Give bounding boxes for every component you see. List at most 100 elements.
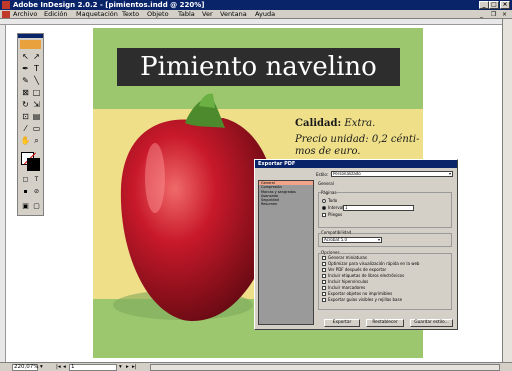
- export-pdf-dialog: Exportar PDF Estilo: Personalizado ▾ Gen…: [254, 159, 458, 330]
- option-label: Exportar objetos no imprimibles: [328, 291, 393, 296]
- menu-objeto[interactable]: Objeto: [147, 10, 169, 19]
- maximize-button[interactable]: □: [489, 1, 499, 9]
- estilo-value: Personalizado: [333, 171, 361, 176]
- minimize-button[interactable]: _: [479, 1, 489, 9]
- direct-selection-tool-icon[interactable]: ↗: [31, 52, 42, 62]
- option-checkbox[interactable]: [322, 298, 326, 302]
- type-tool-icon[interactable]: T: [31, 64, 42, 74]
- option-label: Incluir marcadores: [328, 285, 366, 290]
- option-checkbox[interactable]: [322, 286, 326, 290]
- restablecer-button[interactable]: Restablecer: [366, 319, 404, 327]
- selection-tool-icon[interactable]: ↖: [20, 52, 31, 62]
- compatibilidad-select[interactable]: Acrobat 5.0 ▾: [322, 237, 382, 243]
- preview-view-icon[interactable]: ▢: [31, 201, 42, 211]
- menu-maquetacion[interactable]: Maquetación: [76, 10, 118, 19]
- indesign-app-icon: [2, 1, 10, 9]
- line-tool-icon[interactable]: ╲: [31, 76, 42, 86]
- section-list: General Compresión Marcas y sangrados Av…: [258, 180, 314, 325]
- window-titlebar: Adobe InDesign 2.0.2 - [pimientos.indd @…: [0, 0, 512, 10]
- intervalo-radio[interactable]: [322, 206, 326, 210]
- document-menu-icon[interactable]: [2, 11, 10, 18]
- option-checkbox[interactable]: [322, 256, 326, 260]
- document-title: Pimiento navelino: [140, 52, 377, 82]
- button-tool-icon[interactable]: ▭: [31, 124, 42, 134]
- estilo-select[interactable]: Personalizado ▾: [331, 171, 453, 177]
- menu-ventana[interactable]: Ventana: [220, 10, 247, 19]
- rectangle-frame-tool-icon[interactable]: ⊠: [20, 88, 31, 98]
- window-title: Adobe InDesign 2.0.2 - [pimientos.indd @…: [13, 1, 205, 9]
- prev-page-icon[interactable]: ◂: [63, 364, 66, 370]
- paginas-group-label: Páginas: [321, 190, 337, 195]
- todo-label: Todo: [328, 198, 338, 203]
- zoom-dropdown-icon[interactable]: ▾: [40, 364, 43, 370]
- doc-restore-button[interactable]: ❐: [491, 10, 496, 19]
- apply-gradient-icon[interactable]: ▪: [20, 187, 31, 197]
- exportar-button[interactable]: Exportar: [324, 319, 360, 327]
- stroke-swatch-icon[interactable]: [27, 158, 40, 171]
- vertical-ruler[interactable]: [0, 25, 6, 362]
- calidad-label: Calidad:: [295, 118, 342, 129]
- pen-tool-icon[interactable]: ✒: [20, 64, 31, 74]
- next-page-icon[interactable]: ▸: [126, 364, 129, 370]
- page-field[interactable]: 1: [69, 364, 117, 371]
- calidad-text[interactable]: Calidad: Extra.: [295, 118, 375, 129]
- option-checkbox[interactable]: [322, 274, 326, 278]
- option-label: Ver PDF después de exportar: [328, 267, 387, 272]
- menu-tabla[interactable]: Tabla: [178, 10, 195, 19]
- rectangle-tool-icon[interactable]: □: [31, 88, 42, 98]
- zoom-tool-icon[interactable]: ⌕: [31, 136, 42, 146]
- pliegos-label: Pliegos: [328, 212, 343, 217]
- indesign-logo-icon: [20, 40, 41, 49]
- doc-close-button[interactable]: ×: [502, 10, 507, 19]
- toolbox-titlebar[interactable]: [18, 34, 43, 38]
- apply-none-icon[interactable]: ⊘: [31, 187, 42, 197]
- hand-tool-icon[interactable]: ✋: [20, 136, 31, 146]
- precio-text[interactable]: Precio unidad: 0,2 cénti-mos de euro.: [295, 134, 420, 158]
- gradient-tool-icon[interactable]: ▤: [31, 112, 42, 122]
- menu-ver[interactable]: Ver: [202, 10, 213, 19]
- rotate-tool-icon[interactable]: ↻: [20, 100, 31, 110]
- section-resumen[interactable]: Resumen: [259, 202, 313, 206]
- calidad-value: Extra.: [344, 118, 376, 129]
- scale-tool-icon[interactable]: ⇲: [31, 100, 42, 110]
- eyedropper-tool-icon[interactable]: ⁄: [20, 124, 31, 134]
- panel-title: General: [318, 181, 334, 186]
- free-transform-tool-icon[interactable]: ⊡: [20, 112, 31, 122]
- normal-view-icon[interactable]: ▣: [20, 201, 31, 211]
- chevron-down-icon: ▾: [448, 171, 451, 176]
- statusbar: 220,07% ▾ |◂ ◂ 1 ▾ ▸ ▸|: [0, 362, 512, 371]
- compatibilidad-group-label: Compatibilidad: [321, 230, 352, 235]
- menu-texto[interactable]: Texto: [122, 10, 139, 19]
- intervalo-input[interactable]: 1: [343, 205, 414, 211]
- guardar-estilo-button[interactable]: Guardar estilo...: [410, 319, 453, 327]
- close-button[interactable]: ×: [500, 1, 510, 9]
- horizontal-ruler[interactable]: [0, 19, 502, 25]
- last-page-icon[interactable]: ▸|: [132, 364, 137, 370]
- todo-radio[interactable]: [322, 199, 326, 203]
- option-checkbox[interactable]: [322, 268, 326, 272]
- option-label: Optimizar para visualización rápida en l…: [328, 261, 420, 266]
- page-dropdown-icon[interactable]: ▾: [119, 364, 122, 370]
- option-label: Incluir etiquetas de libros electrónicos: [328, 273, 405, 278]
- vertical-scrollbar[interactable]: [502, 19, 512, 362]
- compatibilidad-value: Acrobat 5.0: [324, 237, 348, 242]
- chevron-down-icon: ▾: [377, 237, 380, 242]
- pencil-tool-icon[interactable]: ✎: [20, 76, 31, 86]
- pliegos-checkbox[interactable]: [322, 213, 326, 217]
- option-checkbox[interactable]: [322, 292, 326, 296]
- menu-edicion[interactable]: Edición: [44, 10, 68, 19]
- zoom-field[interactable]: 220,07%: [12, 364, 38, 371]
- doc-minimize-button[interactable]: _: [480, 10, 483, 19]
- title-box[interactable]: Pimiento navelino: [117, 48, 400, 86]
- general-panel: General Páginas Todo Intervalo: 1 Pliego…: [316, 180, 454, 325]
- formatting-text-icon[interactable]: T: [31, 175, 42, 185]
- menu-ayuda[interactable]: Ayuda: [255, 10, 275, 19]
- option-label: Generar miniaturas: [328, 255, 367, 260]
- option-checkbox[interactable]: [322, 280, 326, 284]
- first-page-icon[interactable]: |◂: [56, 364, 61, 370]
- option-checkbox[interactable]: [322, 262, 326, 266]
- horizontal-scrollbar[interactable]: [150, 364, 500, 371]
- tools-panel: ↖ ↗ ✒ T ✎ ╲ ⊠ □ ↻ ⇲ ⊡ ▤ ⁄ ▭ ✋ ⌕ □ T ▪ ⊘ …: [17, 33, 44, 216]
- apply-color-icon[interactable]: □: [20, 175, 31, 185]
- menu-archivo[interactable]: Archivo: [13, 10, 37, 19]
